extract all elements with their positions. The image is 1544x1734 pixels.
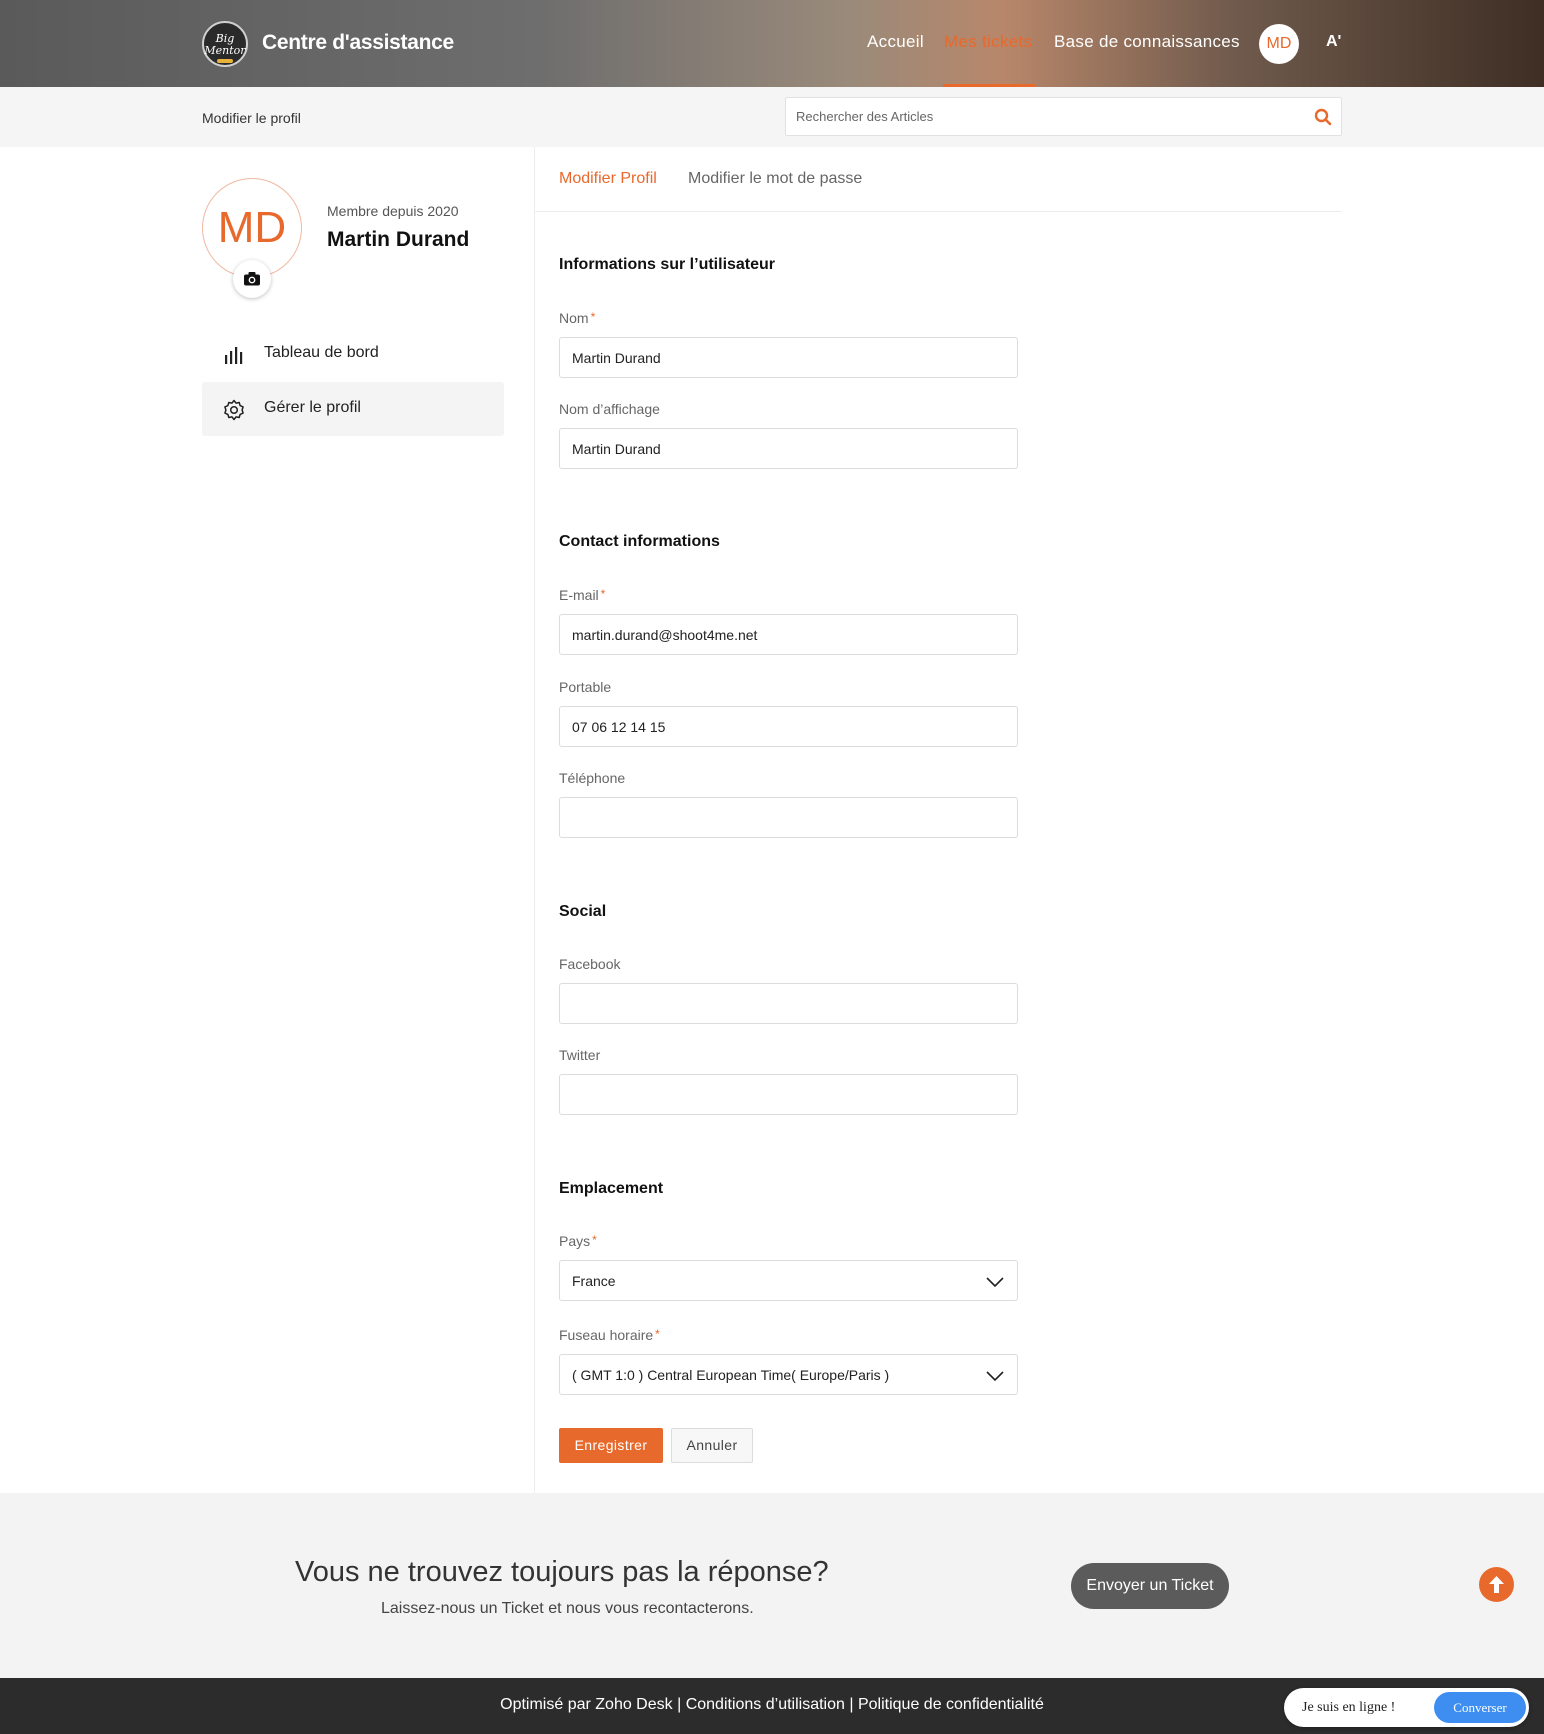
cta-title: Vous ne trouvez toujours pas la réponse? [295, 1556, 829, 1588]
nav-accueil[interactable]: Accueil [867, 32, 924, 52]
gear-icon [224, 399, 244, 421]
bar-chart-icon [225, 347, 243, 364]
required-mark: * [600, 587, 606, 601]
name-label-text: Nom [559, 310, 589, 326]
breadcrumb: Modifier le profil [202, 110, 301, 126]
phone-field[interactable] [559, 797, 1018, 838]
facebook-field[interactable] [559, 983, 1018, 1024]
nav-mes-tickets[interactable]: Mes tickets [944, 32, 1032, 52]
tab-change-password[interactable]: Modifier le mot de passe [688, 170, 862, 188]
footer-link-zoho[interactable]: Optimisé par Zoho Desk [500, 1696, 673, 1713]
facebook-label: Facebook [559, 956, 621, 972]
twitter-field[interactable] [559, 1074, 1018, 1115]
country-label-text: Pays [559, 1233, 591, 1249]
chat-button[interactable]: Converser [1434, 1692, 1526, 1723]
column-divider [534, 147, 535, 1493]
phone-label: Téléphone [559, 770, 626, 786]
display-name-label: Nom d’affichage [559, 401, 660, 417]
required-mark: * [655, 1327, 660, 1341]
nav-base-connaissances[interactable]: Base de connaissances [1054, 32, 1240, 52]
logo[interactable]: Big Mentor [202, 21, 248, 67]
timezone-label: Fuseau horaire * [559, 1327, 660, 1343]
logo-text: Big Mentor [204, 32, 246, 57]
timezone-label-text: Fuseau horaire [559, 1327, 654, 1343]
section-contact: Contact informations [559, 533, 720, 550]
sidebar-item-dashboard[interactable]: Tableau de bord [202, 327, 504, 381]
profile-name: Martin Durand [327, 228, 470, 251]
sidebar-item-manage-profile[interactable]: Gérer le profil [202, 382, 504, 436]
timezone-select[interactable]: ( GMT 1:0 ) Central European Time( Europ… [559, 1354, 1018, 1395]
sidebar-item-label: Gérer le profil [264, 399, 361, 416]
chevron-down-icon [986, 1371, 1004, 1382]
chat-status: Je suis en ligne ! [1302, 1700, 1396, 1715]
display-name-input[interactable] [560, 429, 1017, 468]
logo-hat-icon [217, 59, 233, 63]
twitter-label: Twitter [559, 1047, 601, 1063]
footer-separator: | [677, 1696, 682, 1713]
email-label-text: E-mail [559, 587, 599, 603]
required-mark: * [592, 1233, 597, 1247]
accessibility-icon[interactable]: A' [1326, 33, 1341, 51]
name-field[interactable] [559, 337, 1018, 378]
display-name-field[interactable] [559, 428, 1018, 469]
mobile-field[interactable] [559, 706, 1018, 747]
phone-input[interactable] [560, 798, 1017, 837]
cancel-button[interactable]: Annuler [671, 1428, 753, 1463]
facebook-input[interactable] [560, 984, 1017, 1023]
submit-ticket-button[interactable]: Envoyer un Ticket [1071, 1563, 1229, 1609]
name-input[interactable] [560, 338, 1017, 377]
search-input[interactable] [796, 98, 1296, 135]
timezone-value: ( GMT 1:0 ) Central European Time( Europ… [572, 1367, 890, 1383]
email-field[interactable] [559, 614, 1018, 655]
change-photo-button[interactable] [233, 260, 271, 298]
search-box[interactable] [785, 97, 1342, 136]
footer-link-privacy[interactable]: Politique de confidentialité [858, 1696, 1044, 1713]
search-icon[interactable] [1313, 107, 1333, 127]
save-button[interactable]: Enregistrer [559, 1428, 663, 1463]
country-select[interactable]: France [559, 1260, 1018, 1301]
footer-separator: | [849, 1696, 854, 1713]
chevron-down-icon [986, 1277, 1004, 1288]
sidebar-item-label: Tableau de bord [264, 344, 379, 361]
tab-edit-profile[interactable]: Modifier Profil [559, 170, 657, 188]
twitter-input[interactable] [560, 1075, 1017, 1114]
section-location: Emplacement [559, 1180, 664, 1197]
user-avatar[interactable]: MD [1259, 24, 1299, 64]
section-user-info: Informations sur l’utilisateur [559, 256, 776, 273]
arrow-up-icon [1489, 1576, 1504, 1593]
mobile-label: Portable [559, 679, 612, 695]
scroll-to-top-button[interactable] [1479, 1567, 1514, 1602]
country-label: Pays * [559, 1233, 597, 1249]
required-mark: * [590, 310, 596, 324]
section-social: Social [559, 903, 607, 920]
member-since: Membre depuis 2020 [327, 203, 459, 219]
mobile-input[interactable] [560, 707, 1017, 746]
footer-link-terms[interactable]: Conditions d’utilisation [686, 1696, 845, 1713]
chat-widget[interactable]: Je suis en ligne ! Converser [1284, 1688, 1529, 1727]
name-label: Nom * [559, 310, 595, 326]
cta-subtitle: Laissez-nous un Ticket et nous vous reco… [381, 1600, 754, 1617]
camera-icon [244, 272, 260, 286]
country-value: France [572, 1273, 616, 1289]
tabs-divider [535, 211, 1342, 212]
email-label: E-mail * [559, 587, 605, 603]
app-title[interactable]: Centre d'assistance [262, 31, 454, 55]
email-input[interactable] [560, 615, 1017, 654]
